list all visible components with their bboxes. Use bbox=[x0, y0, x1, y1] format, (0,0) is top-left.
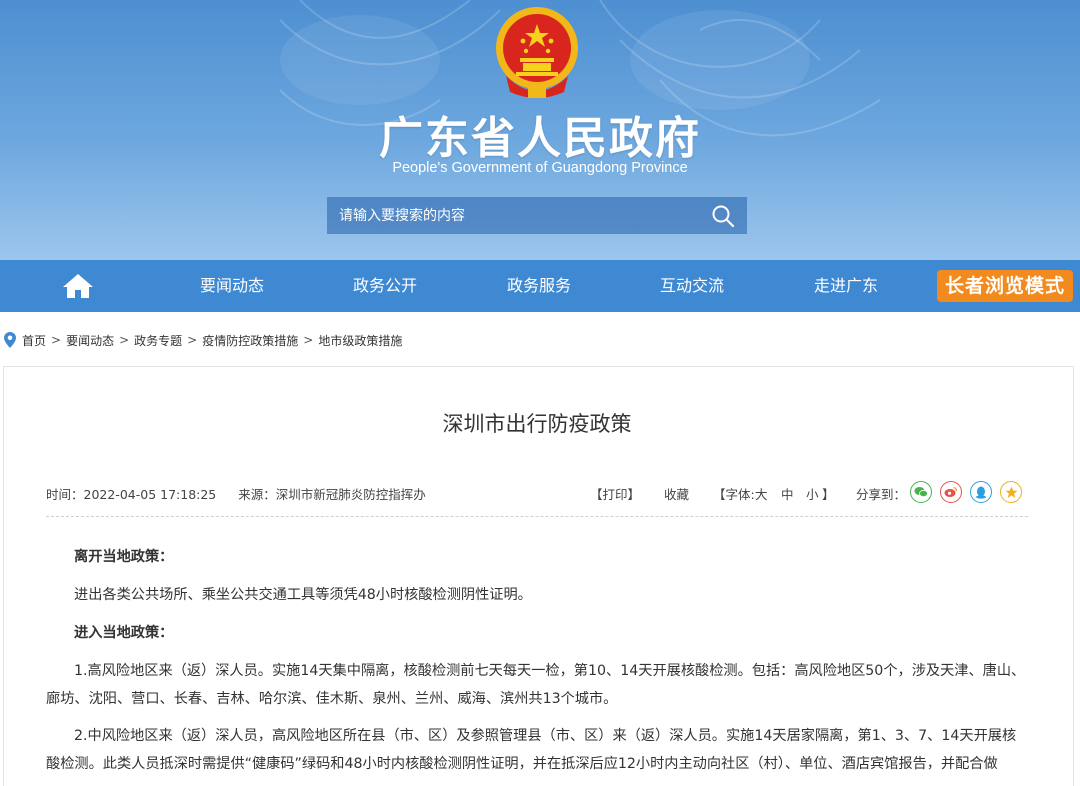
article-meta: 时间：2022-04-05 17:18:25 来源：深圳市新冠肺炎防控指挥办 bbox=[46, 484, 444, 503]
breadcrumb-epidemic-policy[interactable]: 疫情防控政策措施 bbox=[202, 332, 298, 349]
paragraph-leaving-policy: 进出各类公共场所、乘坐公共交通工具等须凭48小时核酸检测阴性证明。 bbox=[74, 587, 532, 603]
share-icons bbox=[910, 481, 1022, 503]
favorite-button[interactable]: 收藏 bbox=[664, 484, 689, 503]
font-size-label: 【字体: bbox=[713, 487, 755, 502]
weibo-icon[interactable] bbox=[940, 481, 962, 503]
meta-divider bbox=[46, 516, 1028, 517]
site-title: 广东省人民政府 bbox=[379, 113, 701, 164]
breadcrumb-home[interactable]: 首页 bbox=[22, 332, 46, 349]
nav-item-interaction[interactable]: 互动交流 bbox=[632, 260, 752, 312]
section-heading-leaving: 离开当地政策： bbox=[74, 549, 174, 565]
breadcrumb-news[interactable]: 要闻动态 bbox=[66, 332, 114, 349]
nav-item-about-guangdong[interactable]: 走进广东 bbox=[786, 260, 906, 312]
wechat-icon[interactable] bbox=[910, 481, 932, 503]
breadcrumb-separator: > bbox=[303, 333, 314, 347]
location-pin-icon bbox=[4, 332, 16, 348]
breadcrumb-separator: > bbox=[187, 333, 198, 347]
national-emblem-icon bbox=[496, 7, 578, 98]
article-title: 深圳市出行防疫政策 bbox=[442, 412, 632, 436]
article-source: 来源：深圳市新冠肺炎防控指挥办 bbox=[238, 487, 426, 502]
section-heading-entering: 进入当地政策： bbox=[74, 625, 174, 641]
font-medium-button[interactable]: 中 bbox=[781, 484, 794, 503]
breadcrumb-city-policy[interactable]: 地市级政策措施 bbox=[318, 332, 402, 349]
breadcrumb-separator: > bbox=[51, 333, 62, 347]
main-nav: 要闻动态 政务公开 政务服务 互动交流 走进广东 bbox=[0, 260, 1080, 312]
publish-time: 时间：2022-04-05 17:18:25 bbox=[46, 487, 217, 502]
nav-item-gov-services[interactable]: 政务服务 bbox=[479, 260, 599, 312]
home-icon[interactable] bbox=[62, 273, 94, 299]
share-label: 分享到： bbox=[856, 487, 907, 502]
breadcrumb: 首页 > 要闻动态 > 政务专题 > 疫情防控政策措施 > 地市级政策措施 bbox=[4, 330, 402, 350]
qq-icon[interactable] bbox=[970, 481, 992, 503]
breadcrumb-topics[interactable]: 政务专题 bbox=[134, 332, 182, 349]
site-subtitle: People's Government of Guangdong Provinc… bbox=[392, 160, 688, 176]
search-input[interactable] bbox=[327, 197, 709, 234]
search-box bbox=[327, 197, 747, 234]
qzone-icon[interactable] bbox=[1000, 481, 1022, 503]
header-banner: 广东省人民政府 People's Government of Guangdong… bbox=[0, 0, 1080, 260]
font-small-button[interactable]: 小 bbox=[806, 484, 819, 503]
paragraph-high-risk: 1.高风险地区来（返）深人员。实施14天集中隔离，核酸检测前七天每天一检，第10… bbox=[46, 663, 1026, 707]
elder-mode-button[interactable]: 长者浏览模式 bbox=[937, 270, 1073, 302]
paragraph-medium-risk: 2.中风险地区来（返）深人员，高风险地区所在县（市、区）及参照管理县（市、区）来… bbox=[46, 728, 1017, 772]
nav-item-gov-affairs-open[interactable]: 政务公开 bbox=[325, 260, 445, 312]
print-button[interactable]: 【打印】 bbox=[590, 484, 640, 503]
search-icon[interactable] bbox=[711, 204, 735, 228]
font-large-button[interactable]: 大 bbox=[755, 484, 768, 503]
breadcrumb-separator: > bbox=[119, 333, 130, 347]
nav-item-news[interactable]: 要闻动态 bbox=[172, 260, 292, 312]
font-size-close: 】 bbox=[822, 487, 835, 502]
